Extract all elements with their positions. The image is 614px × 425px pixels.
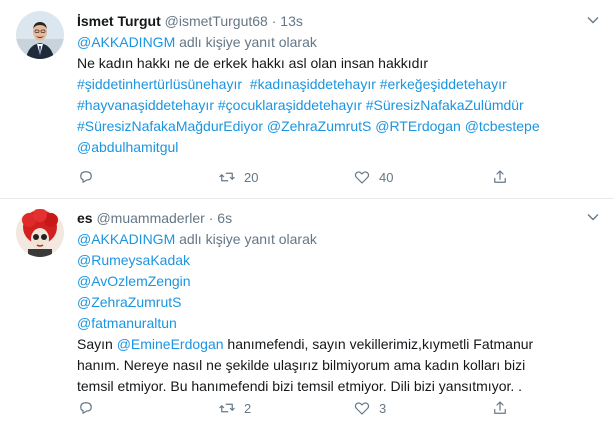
text-line: Sayın @EmineErdogan hanımefendi, sayın v… bbox=[77, 336, 534, 352]
mention-link[interactable]: @tcbestepe bbox=[465, 118, 540, 134]
reply-icon bbox=[80, 402, 92, 414]
tweet-actions: 20 40 bbox=[77, 166, 537, 190]
reply-context: @AKKADINGM adlı kişiye yanıt olarak bbox=[77, 32, 600, 53]
like-icon bbox=[354, 402, 370, 415]
mention-link[interactable]: @AvOzlemZengin bbox=[77, 273, 191, 289]
tweet-actions: 2 3 bbox=[77, 397, 537, 421]
user-handle[interactable]: @ismetTurgut68 bbox=[165, 13, 268, 29]
mention-line: @fatmanuraltun bbox=[77, 313, 600, 334]
mention-line: @abdulhamitgul bbox=[77, 137, 600, 158]
mention-link[interactable]: @RTErdogan bbox=[375, 118, 461, 134]
retweet-count: 20 bbox=[244, 169, 259, 185]
like-count: 40 bbox=[379, 169, 394, 185]
retweet-icon bbox=[219, 172, 235, 182]
share-button[interactable] bbox=[491, 397, 509, 419]
reply-suffix: adlı kişiye yanıt olarak bbox=[175, 231, 317, 247]
mention-link[interactable]: @RumeysaKadak bbox=[77, 252, 190, 268]
retweet-button[interactable]: 20 bbox=[218, 166, 258, 188]
text-line: hanım. Nereye nasıl ne şekilde ulaşırız … bbox=[77, 357, 526, 373]
reply-button[interactable] bbox=[77, 166, 103, 188]
hashtag-link[interactable]: #SüresizNafakaMağdurEdiyor bbox=[77, 118, 263, 134]
chevron-down-icon[interactable] bbox=[586, 13, 600, 27]
text-line: temsil etmiyor. Bu hanımefendi bizi tems… bbox=[77, 378, 523, 394]
hashtag-link[interactable]: #erkeğeşiddetehayır bbox=[380, 76, 507, 92]
avatar[interactable] bbox=[16, 209, 64, 257]
timestamp[interactable]: 6s bbox=[217, 210, 232, 226]
mention-line: @AvOzlemZengin bbox=[77, 271, 600, 292]
mention-link[interactable]: @EmineErdogan bbox=[117, 336, 224, 352]
reply-target-link[interactable]: @AKKADINGM bbox=[77, 231, 175, 247]
reply-button[interactable] bbox=[77, 397, 103, 419]
display-name[interactable]: İsmet Turgut bbox=[77, 13, 161, 29]
tweet-text: @RumeysaKadak @AvOzlemZengin @ZehraZumru… bbox=[77, 250, 600, 397]
mention-link[interactable]: @fatmanuraltun bbox=[77, 315, 177, 331]
reply-target-link[interactable]: @AKKADINGM bbox=[77, 34, 175, 50]
timestamp[interactable]: 13s bbox=[280, 13, 303, 29]
hashtag-link[interactable]: #SüresizNafakaZulümdür bbox=[366, 97, 524, 113]
share-button[interactable] bbox=[491, 166, 509, 188]
reply-context: @AKKADINGM adlı kişiye yanıt olarak bbox=[77, 229, 600, 250]
retweet-button[interactable]: 2 bbox=[218, 397, 251, 419]
like-icon bbox=[354, 171, 370, 184]
user-handle[interactable]: @muammaderler bbox=[96, 210, 204, 226]
like-button[interactable]: 40 bbox=[353, 166, 393, 188]
hashtag-link[interactable]: #şiddetinhertürlüsünehayır bbox=[77, 76, 242, 92]
tweet-header: İsmet Turgut @ismetTurgut68 · 13s bbox=[77, 10, 600, 32]
share-icon bbox=[494, 170, 506, 183]
hashtag-link[interactable]: #kadınaşiddetehayır bbox=[250, 76, 376, 92]
hashtag-link[interactable]: #hayvanaşiddetehayır bbox=[77, 97, 214, 113]
separator-dot: · bbox=[208, 210, 214, 226]
hashtag-link[interactable]: #çocuklaraşiddetehayır bbox=[218, 97, 362, 113]
like-count: 3 bbox=[379, 400, 387, 416]
avatar[interactable] bbox=[16, 11, 64, 59]
tweet-header: es @muammaderler · 6s bbox=[77, 207, 600, 229]
like-button[interactable]: 3 bbox=[353, 397, 386, 419]
mention-line: @ZehraZumrutS bbox=[77, 292, 600, 313]
tweet-text: Ne kadın hakkı ne de erkek hakkı asl ola… bbox=[77, 53, 600, 158]
reply-suffix: adlı kişiye yanıt olarak bbox=[175, 34, 317, 50]
share-icon bbox=[494, 401, 506, 414]
mention-line: @RumeysaKadak bbox=[77, 250, 600, 271]
hashtag-line: #hayvanaşiddetehayır #çocuklaraşiddeteha… bbox=[77, 95, 600, 116]
tweet[interactable]: es @muammaderler · 6s @AKKADINGM adlı ki… bbox=[0, 199, 614, 425]
retweet-count: 2 bbox=[244, 400, 252, 416]
mention-link[interactable]: @ZehraZumrutS bbox=[77, 294, 181, 310]
text-line: Ne kadın hakkı ne de erkek hakkı asl ola… bbox=[77, 55, 428, 71]
chevron-down-icon[interactable] bbox=[586, 210, 600, 224]
mention-link[interactable]: @abdulhamitgul bbox=[77, 139, 178, 155]
hashtag-line: #şiddetinhertürlüsünehayır #kadınaşiddet… bbox=[77, 74, 600, 95]
reply-icon bbox=[80, 171, 92, 183]
display-name[interactable]: es bbox=[77, 210, 93, 226]
retweet-icon bbox=[219, 403, 235, 413]
separator-dot: · bbox=[271, 13, 277, 29]
tweet[interactable]: İsmet Turgut @ismetTurgut68 · 13s @AKKAD… bbox=[0, 0, 614, 199]
mention-link[interactable]: @ZehraZumrutS bbox=[267, 118, 371, 134]
hashtag-line: #SüresizNafakaMağdurEdiyor @ZehraZumrutS… bbox=[77, 116, 600, 137]
